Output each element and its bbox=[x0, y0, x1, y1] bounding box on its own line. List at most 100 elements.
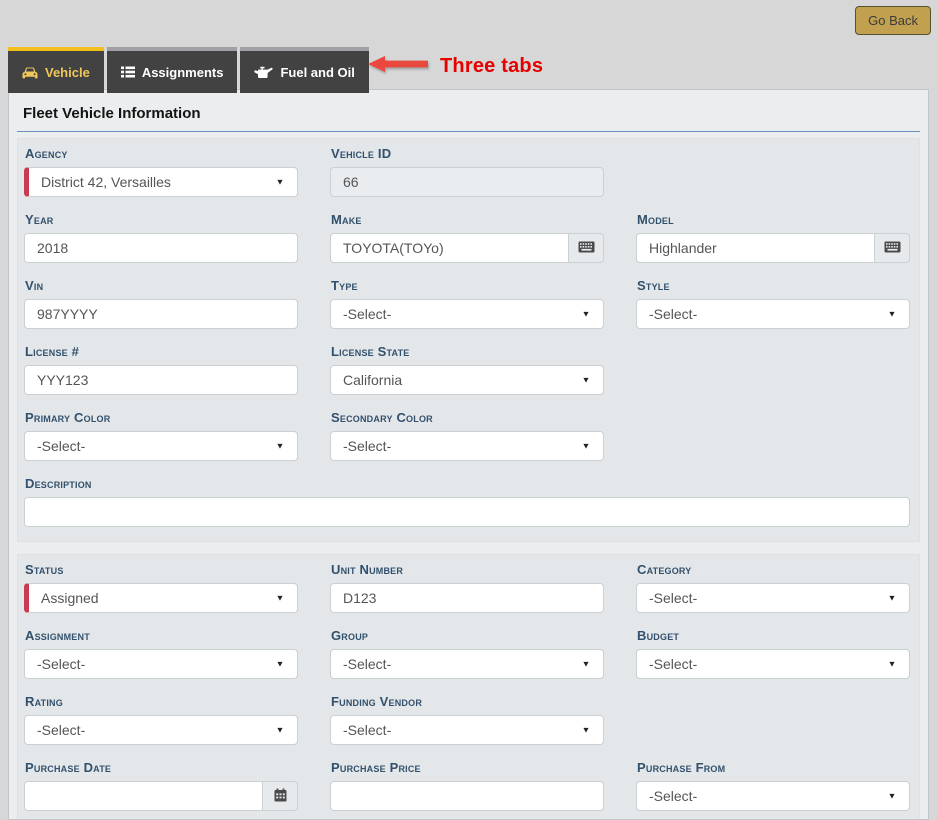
make-input[interactable] bbox=[330, 233, 568, 263]
type-select[interactable]: -Select- bbox=[330, 299, 604, 329]
field-purchase-price: Purchase Price bbox=[330, 758, 604, 811]
calendar-icon bbox=[274, 788, 287, 805]
status-label: Status bbox=[25, 562, 298, 577]
field-budget: Budget -Select- bbox=[636, 626, 910, 679]
status-select[interactable]: Assigned bbox=[24, 583, 298, 613]
tab-label: Fuel and Oil bbox=[280, 65, 354, 80]
field-rating: Rating -Select- bbox=[24, 692, 298, 745]
funding-vendor-label: Funding Vendor bbox=[331, 694, 604, 709]
field-group: Group -Select- bbox=[330, 626, 604, 679]
field-description: Description bbox=[24, 474, 910, 527]
field-purchase-from: Purchase From -Select- bbox=[636, 758, 910, 811]
annotation-text: Three tabs bbox=[440, 55, 543, 78]
primary-color-select[interactable]: -Select- bbox=[24, 431, 298, 461]
title-divider bbox=[17, 131, 920, 132]
vin-label: Vin bbox=[25, 278, 298, 293]
tab-fuel-and-oil[interactable]: Fuel and Oil bbox=[240, 47, 368, 93]
primary-color-label: Primary Color bbox=[25, 410, 298, 425]
field-secondary-color: Secondary Color -Select- bbox=[330, 408, 604, 461]
style-select[interactable]: -Select- bbox=[636, 299, 910, 329]
model-label: Model bbox=[637, 212, 910, 227]
assignment-select[interactable]: -Select- bbox=[24, 649, 298, 679]
vehicle-info-section: Agency District 42, Versailles Vehicle I… bbox=[17, 138, 920, 542]
year-label: Year bbox=[25, 212, 298, 227]
field-funding-vendor: Funding Vendor -Select- bbox=[330, 692, 604, 745]
vehicle-id-label: Vehicle ID bbox=[331, 146, 604, 161]
field-status: Status Assigned bbox=[24, 560, 298, 613]
field-vin: Vin bbox=[24, 276, 298, 329]
budget-select[interactable]: -Select- bbox=[636, 649, 910, 679]
status-purchase-section: Status Assigned Unit Number Category -Se… bbox=[17, 554, 920, 820]
arrow-left-icon bbox=[368, 55, 428, 78]
agency-label: Agency bbox=[25, 146, 298, 161]
field-unit-number: Unit Number bbox=[330, 560, 604, 613]
purchase-from-label: Purchase From bbox=[637, 760, 910, 775]
agency-select[interactable]: District 42, Versailles bbox=[24, 167, 298, 197]
primary-color-select-value: -Select- bbox=[37, 438, 85, 454]
field-license-number: License # bbox=[24, 342, 298, 395]
purchase-from-select[interactable]: -Select- bbox=[636, 781, 910, 811]
field-purchase-date: Purchase Date bbox=[24, 758, 298, 811]
oil-can-icon bbox=[254, 66, 273, 79]
purchase-date-calendar-button[interactable] bbox=[262, 781, 298, 811]
type-select-value: -Select- bbox=[343, 306, 391, 322]
category-label: Category bbox=[637, 562, 910, 577]
field-year: Year bbox=[24, 210, 298, 263]
style-select-value: -Select- bbox=[649, 306, 697, 322]
budget-label: Budget bbox=[637, 628, 910, 643]
field-primary-color: Primary Color -Select- bbox=[24, 408, 298, 461]
purchase-from-select-value: -Select- bbox=[649, 788, 697, 804]
field-assignment: Assignment -Select- bbox=[24, 626, 298, 679]
make-label: Make bbox=[331, 212, 604, 227]
purchase-price-label: Purchase Price bbox=[331, 760, 604, 775]
rating-label: Rating bbox=[25, 694, 298, 709]
group-select[interactable]: -Select- bbox=[330, 649, 604, 679]
field-agency: Agency District 42, Versailles bbox=[24, 144, 298, 197]
field-category: Category -Select- bbox=[636, 560, 910, 613]
budget-select-value: -Select- bbox=[649, 656, 697, 672]
purchase-date-label: Purchase Date bbox=[25, 760, 298, 775]
model-input[interactable] bbox=[636, 233, 874, 263]
field-style: Style -Select- bbox=[636, 276, 910, 329]
field-model: Model bbox=[636, 210, 910, 263]
year-input[interactable] bbox=[24, 233, 298, 263]
tab-assignments[interactable]: Assignments bbox=[107, 47, 238, 93]
rating-select[interactable]: -Select- bbox=[24, 715, 298, 745]
secondary-color-label: Secondary Color bbox=[331, 410, 604, 425]
type-label: Type bbox=[331, 278, 604, 293]
assignment-select-value: -Select- bbox=[37, 656, 85, 672]
list-icon bbox=[121, 66, 135, 78]
page-title: Fleet Vehicle Information bbox=[23, 105, 914, 122]
tab-label: Assignments bbox=[142, 65, 224, 80]
field-license-state: License State California bbox=[330, 342, 604, 395]
group-label: Group bbox=[331, 628, 604, 643]
description-label: Description bbox=[25, 476, 910, 491]
category-select-value: -Select- bbox=[649, 590, 697, 606]
make-keyboard-button[interactable] bbox=[568, 233, 604, 263]
unit-number-input[interactable] bbox=[330, 583, 604, 613]
category-select[interactable]: -Select- bbox=[636, 583, 910, 613]
group-select-value: -Select- bbox=[343, 656, 391, 672]
purchase-date-input[interactable] bbox=[24, 781, 262, 811]
unit-number-label: Unit Number bbox=[331, 562, 604, 577]
license-state-label: License State bbox=[331, 344, 604, 359]
keyboard-icon bbox=[884, 241, 901, 256]
license-number-input[interactable] bbox=[24, 365, 298, 395]
tab-vehicle[interactable]: Vehicle bbox=[8, 47, 104, 93]
purchase-price-input[interactable] bbox=[330, 781, 604, 811]
description-input[interactable] bbox=[24, 497, 910, 527]
license-state-select[interactable]: California bbox=[330, 365, 604, 395]
model-keyboard-button[interactable] bbox=[874, 233, 910, 263]
funding-vendor-select[interactable]: -Select- bbox=[330, 715, 604, 745]
secondary-color-select-value: -Select- bbox=[343, 438, 391, 454]
license-number-label: License # bbox=[25, 344, 298, 359]
status-select-value: Assigned bbox=[41, 590, 99, 606]
go-back-button[interactable]: Go Back bbox=[855, 6, 931, 35]
assignment-label: Assignment bbox=[25, 628, 298, 643]
secondary-color-select[interactable]: -Select- bbox=[330, 431, 604, 461]
tab-bar: Vehicle Assignments Fuel and Oil bbox=[8, 47, 369, 93]
field-type: Type -Select- bbox=[330, 276, 604, 329]
vehicle-id-input bbox=[330, 167, 604, 197]
vin-input[interactable] bbox=[24, 299, 298, 329]
car-icon bbox=[22, 66, 38, 79]
